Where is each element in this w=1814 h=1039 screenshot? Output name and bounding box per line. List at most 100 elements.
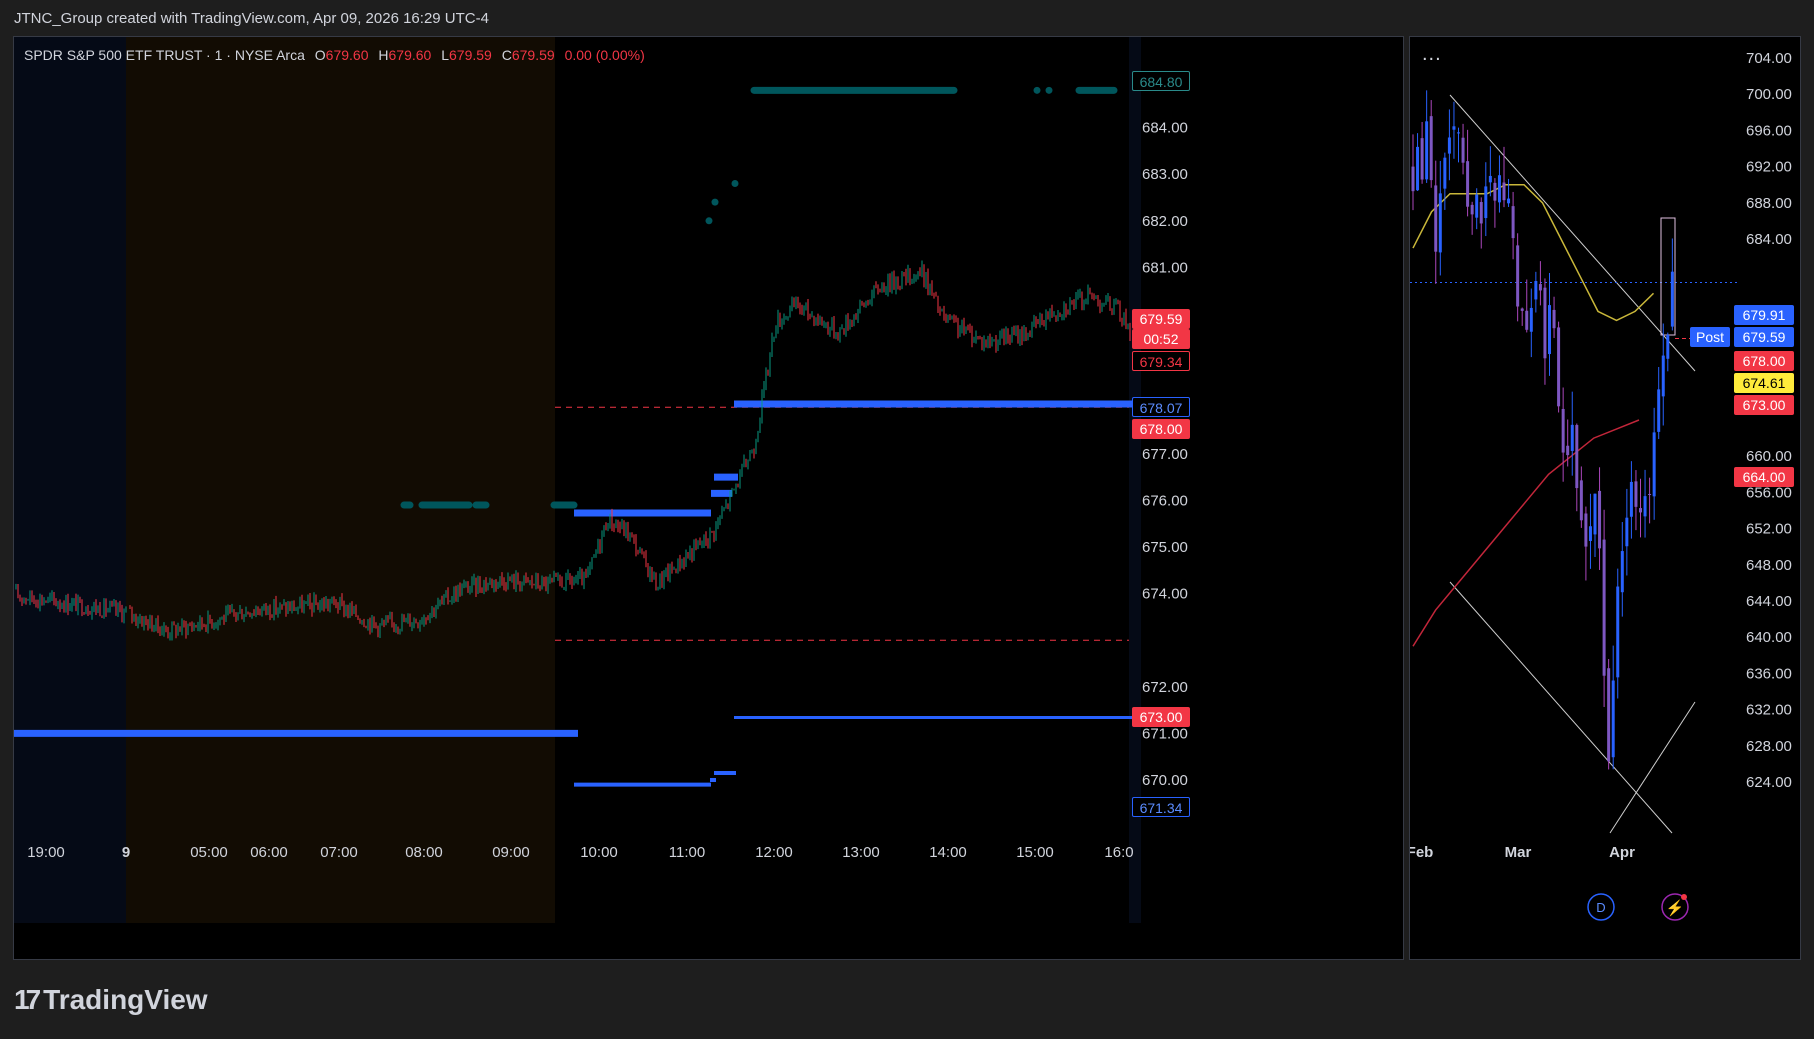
time-axis-label: 13:00: [842, 844, 880, 861]
daily-candle-body: [1525, 310, 1529, 330]
time-axis-label: 12:00: [755, 844, 793, 861]
more-options-icon[interactable]: ...: [1422, 43, 1442, 66]
teal-dot: [1033, 86, 1041, 94]
daily-candles: [1411, 90, 1674, 770]
daily-candle-body: [1475, 194, 1479, 218]
daily-candle-body: [1557, 327, 1561, 407]
time-axis-label: 09:00: [492, 844, 530, 861]
previous-close-tag: 679.34: [1132, 351, 1190, 371]
d-badge[interactable]: D: [1596, 900, 1605, 915]
daily-candle-body: [1625, 517, 1629, 547]
trendline-rising: [1609, 701, 1696, 834]
daily-candle-body: [1570, 424, 1574, 451]
lightning-icon[interactable]: ⚡: [1666, 899, 1685, 917]
daily-chart-panel[interactable]: 704.00700.00696.00692.00688.00684.00668.…: [1409, 36, 1801, 960]
level-673-tag: 673.00: [1734, 395, 1794, 415]
low-value: 679.59: [449, 47, 492, 63]
daily-candle-body: [1425, 121, 1429, 180]
postmarket-session-background: [1129, 37, 1141, 923]
time-axis-label: Feb: [1410, 844, 1433, 861]
daily-chart-canvas[interactable]: 704.00700.00696.00692.00688.00684.00668.…: [1410, 37, 1800, 959]
daily-candle-body: [1452, 126, 1456, 130]
time-axis-label: 14:00: [929, 844, 967, 861]
price-axis-label: 660.00: [1746, 448, 1792, 465]
price-axis-label: 704.00: [1746, 50, 1792, 67]
notification-dot: [1681, 894, 1687, 900]
daily-candle-body: [1538, 284, 1542, 291]
daily-candle-body: [1493, 182, 1497, 201]
price-a-tag: 679.91: [1734, 305, 1794, 325]
daily-candle-body: [1639, 508, 1642, 513]
change-value: 0.00 (0.00%): [564, 47, 645, 63]
premarket-session-background: [126, 37, 555, 923]
time-axis-label: 19:00: [27, 844, 65, 861]
daily-candle-body: [1616, 586, 1620, 678]
daily-candle-body: [1661, 355, 1665, 397]
time-axis-label: 06:00: [250, 844, 288, 861]
tradingview-brand[interactable]: 17 TradingView: [14, 984, 208, 1016]
open-value: 679.60: [325, 47, 369, 63]
daily-candle-body: [1652, 432, 1656, 497]
daily-candle-body: [1598, 490, 1602, 549]
daily-candle-body: [1438, 193, 1442, 253]
daily-candle-body: [1593, 493, 1597, 535]
daily-candle-body: [1607, 668, 1611, 762]
close-value: 679.59: [511, 47, 555, 63]
red-level-upper-tag: 678.00: [1132, 419, 1190, 439]
price-axis-label: 684.00: [1746, 231, 1792, 248]
price-b-tag: 679.59: [1734, 327, 1794, 347]
daily-candle-body: [1566, 445, 1570, 456]
daily-candle-body: [1534, 280, 1538, 300]
time-axis-label: 11:00: [669, 844, 705, 861]
daily-candle-body: [1611, 680, 1615, 758]
blue-level-upper-tag: 678.07: [1132, 397, 1190, 417]
open-label: O: [314, 47, 326, 63]
time-axis-label: Apr: [1609, 844, 1635, 861]
time-axis-label: 08:00: [405, 844, 443, 861]
time-axis-label: 05:00: [190, 844, 228, 861]
daily-candle-body: [1548, 305, 1551, 355]
low-label: L: [441, 47, 450, 63]
price-axis-label: 624.00: [1746, 774, 1792, 791]
daily-candle-body: [1579, 480, 1583, 521]
daily-candle-body: [1529, 307, 1533, 332]
daily-candle-body: [1502, 182, 1506, 201]
high-value: 679.60: [388, 47, 432, 63]
price-axis-label: 644.00: [1746, 593, 1792, 610]
intraday-chart-canvas[interactable]: 685.00684.00683.00682.00681.00680.00677.…: [14, 37, 1403, 959]
symbol-description[interactable]: SPDR S&P 500 ETF TRUST · 1 · NYSE Arca: [24, 47, 305, 63]
time-axis-label: 16:0: [1104, 844, 1133, 861]
daily-candle-body: [1429, 116, 1433, 181]
daily-candle-body: [1670, 271, 1674, 327]
trendline-lower: [1449, 581, 1673, 834]
high-label: H: [378, 47, 389, 63]
daily-candle-body: [1520, 308, 1524, 311]
price-axis-label: 677.00: [1142, 446, 1188, 463]
daily-candle-body: [1657, 389, 1661, 432]
daily-candle-body: [1443, 157, 1447, 189]
ma-value-tag: 674.61: [1734, 373, 1794, 393]
price-axis-label: 688.00: [1746, 195, 1792, 212]
price-axis-label: 652.00: [1746, 521, 1792, 538]
price-axis-label: 682.00: [1142, 213, 1188, 230]
daily-candle-body: [1470, 204, 1474, 215]
chart-legend: SPDR S&P 500 ETF TRUST · 1 · NYSE Arca O…: [24, 47, 645, 63]
price-axis-label: 700.00: [1746, 86, 1792, 103]
daily-candle-body: [1543, 287, 1547, 359]
price-axis-label: 671.00: [1142, 725, 1188, 742]
price-axis-label: 640.00: [1746, 629, 1792, 646]
daily-candle-body: [1479, 202, 1483, 224]
intraday-chart-panel[interactable]: 685.00684.00683.00682.00681.00680.00677.…: [13, 36, 1404, 960]
blue-level-lower-tag: 671.34: [1132, 797, 1190, 817]
price-axis-label: 692.00: [1746, 159, 1792, 176]
price-axis-label: 696.00: [1746, 122, 1792, 139]
daily-candle-body: [1516, 245, 1520, 307]
daily-candle-body: [1634, 481, 1638, 507]
price-axis-label: 674.00: [1142, 586, 1188, 603]
daily-candle-body: [1507, 198, 1511, 204]
yellow-moving-average: [1412, 183, 1655, 322]
overnight-session-background: [14, 37, 126, 923]
price-axis-label: 684.00: [1142, 120, 1188, 137]
price-axis-label: 636.00: [1746, 665, 1792, 682]
time-axis-label: 15:00: [1016, 844, 1054, 861]
